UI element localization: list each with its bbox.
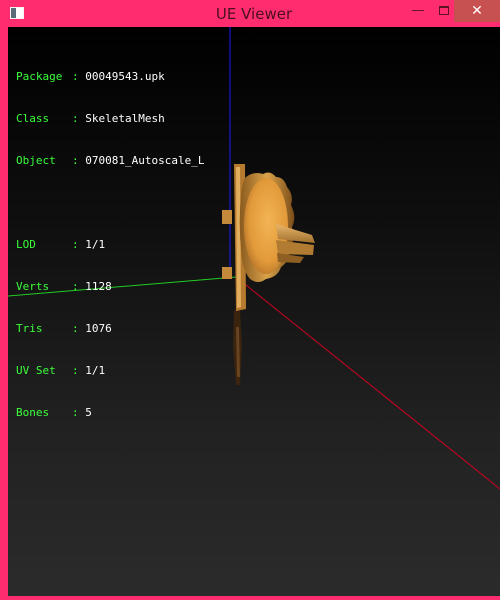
info-value: 070081_Autoscale_L <box>85 154 205 167</box>
3d-viewport[interactable]: Package: 00049543.upk Class: SkeletalMes… <box>8 27 500 596</box>
close-icon: ✕ <box>471 3 483 19</box>
info-label: Verts <box>16 280 50 293</box>
info-label: Tris <box>16 322 43 335</box>
info-uvset: UV Set: 1/1 <box>16 364 106 377</box>
app-window: UE Viewer — ✕ Package: 00049543.upk Cla… <box>0 0 500 600</box>
info-value: 1/1 <box>85 238 106 251</box>
info-class: Class: SkeletalMesh <box>16 112 165 125</box>
info-label: LOD <box>16 238 36 251</box>
close-button[interactable]: ✕ <box>454 0 500 22</box>
info-label: Bones <box>16 406 50 419</box>
info-label: Class <box>16 112 50 125</box>
info-object: Object: 070081_Autoscale_L <box>16 154 205 167</box>
info-value: 00049543.upk <box>85 70 165 83</box>
info-package: Package: 00049543.upk <box>16 70 165 83</box>
info-lod: LOD: 1/1 <box>16 238 106 251</box>
info-value: 1/1 <box>85 364 106 377</box>
info-tris: Tris: 1076 <box>16 322 112 335</box>
skeletal-mesh[interactable] <box>222 164 315 385</box>
title-bar[interactable]: UE Viewer — ✕ <box>4 0 500 27</box>
info-label: UV Set <box>16 364 56 377</box>
info-value: 5 <box>85 406 92 419</box>
info-value: 1128 <box>85 280 112 293</box>
info-value: 1076 <box>85 322 112 335</box>
info-verts: Verts: 1128 <box>16 280 112 293</box>
info-value: SkeletalMesh <box>85 112 165 125</box>
minimize-icon: — <box>411 3 425 18</box>
info-label: Object <box>16 154 56 167</box>
mesh-info-panel: Package: 00049543.upk Class: SkeletalMes… <box>16 42 204 448</box>
axis-x-line <box>235 276 500 490</box>
info-label: Package <box>16 70 63 83</box>
minimize-button[interactable]: — <box>404 0 432 22</box>
info-bones: Bones: 5 <box>16 406 92 419</box>
maximize-icon <box>439 6 449 15</box>
